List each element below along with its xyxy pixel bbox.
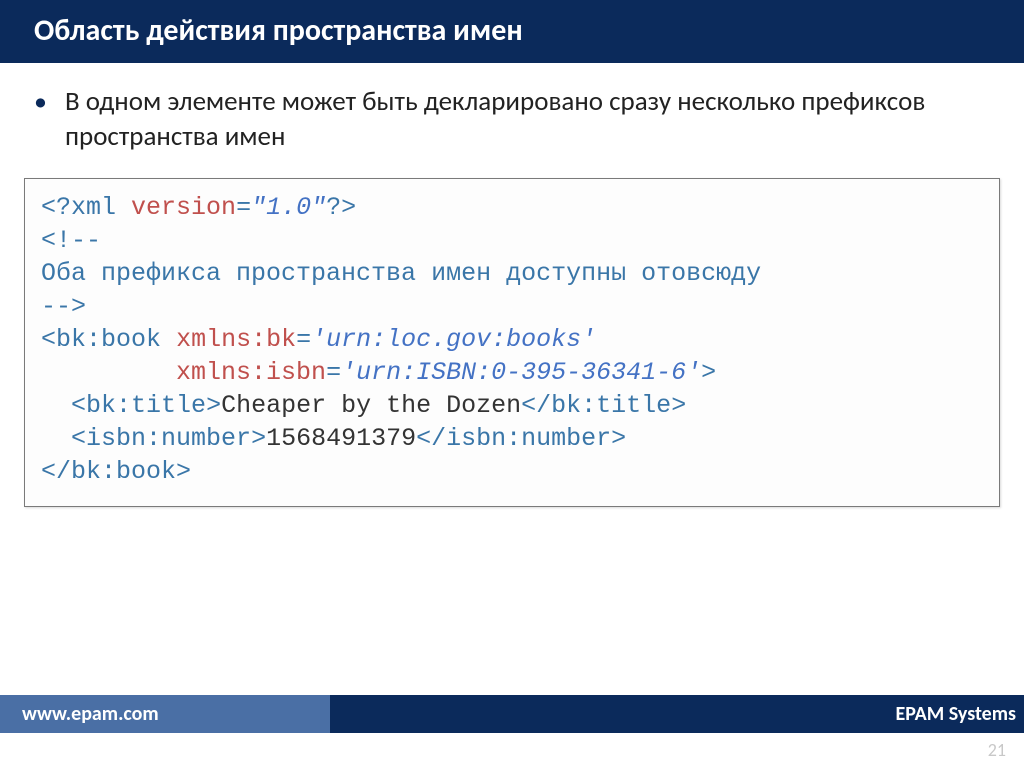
slide-title: Область действия пространства имен xyxy=(34,12,990,49)
bullet-item: • В одном элементе может быть деклариров… xyxy=(34,85,990,154)
slide: Область действия пространства имен • В о… xyxy=(0,0,1024,767)
code-line: --> xyxy=(41,292,86,321)
footer-bar: www.epam.com EPAM Systems xyxy=(0,695,1024,733)
bullet-text: В одном элементе может быть декларирован… xyxy=(65,85,990,154)
title-bar: Область действия пространства имен xyxy=(0,0,1024,63)
footer-brand: EPAM Systems xyxy=(896,702,1016,726)
code-comment: Оба префикса пространства имен доступны … xyxy=(41,259,761,288)
bullet-dot-icon: • xyxy=(34,85,47,119)
footer-left: www.epam.com xyxy=(0,695,330,733)
footer-url: www.epam.com xyxy=(22,702,159,726)
footer-spacer xyxy=(0,733,1024,767)
code-line: <!-- xyxy=(41,226,101,255)
page-number: 21 xyxy=(988,739,1006,761)
content-area: • В одном элементе может быть деклариров… xyxy=(0,63,1024,695)
code-block: <?xml version="1.0"?> <!-- Оба префикса … xyxy=(24,178,1000,507)
footer-right: EPAM Systems xyxy=(330,695,1024,733)
code-line: <? xyxy=(41,193,71,222)
